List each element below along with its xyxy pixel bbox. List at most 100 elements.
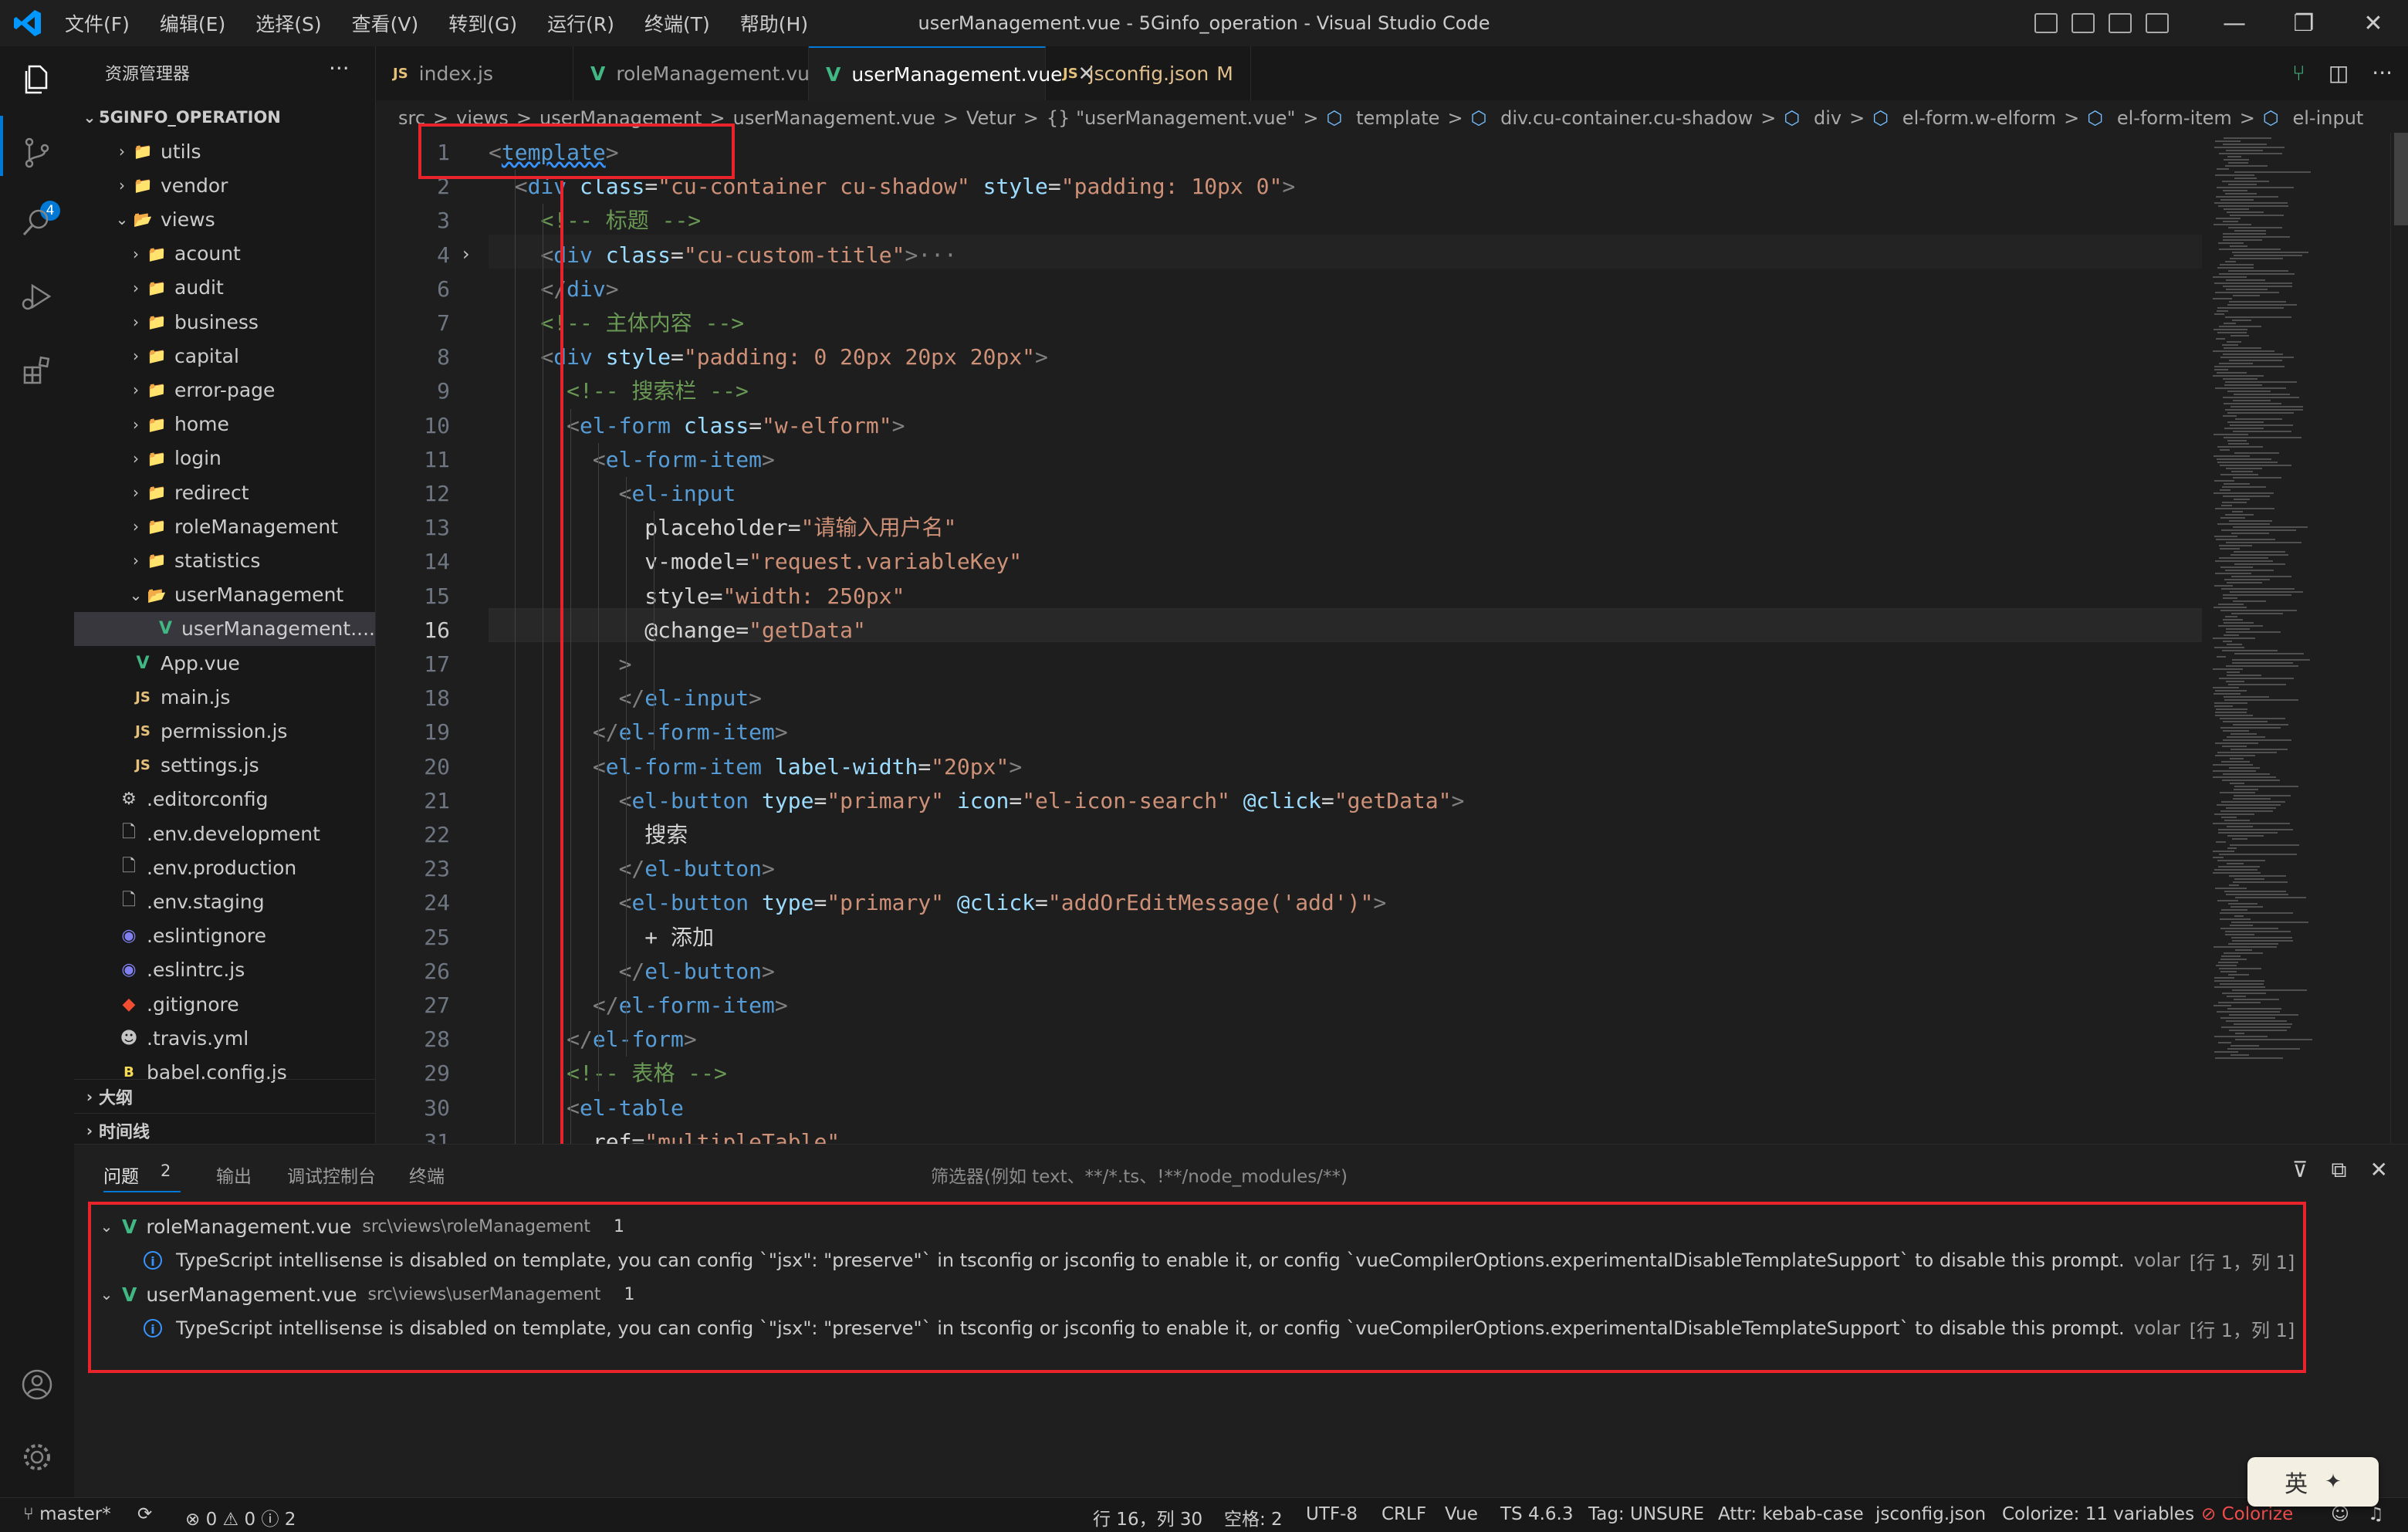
breadcrumb-item[interactable]: ⬡ el-form.w-elform bbox=[1872, 107, 2056, 129]
tree-file[interactable]: V App.vue bbox=[74, 646, 375, 680]
run-debug-icon[interactable] bbox=[19, 279, 56, 316]
split-editor-icon[interactable]: ◫ bbox=[2329, 60, 2349, 86]
breadcrumb-item[interactable]: ⬡ div bbox=[1784, 107, 1842, 129]
maximize-button[interactable]: ❐ bbox=[2269, 0, 2339, 46]
menu-item[interactable]: 查看(V) bbox=[352, 9, 419, 37]
menu-item[interactable]: 文件(F) bbox=[65, 9, 130, 37]
tree-folder[interactable]: › 📁 login bbox=[74, 441, 375, 475]
code-line[interactable]: 12 <el-input bbox=[376, 477, 2205, 511]
collapse-all-icon[interactable]: ⧉ bbox=[2332, 1157, 2347, 1183]
code-line[interactable]: 16 @change="getData" bbox=[376, 614, 2205, 648]
code-line[interactable]: 8 <div style="padding: 0 20px 20px 20px"… bbox=[376, 340, 2205, 374]
language-mode[interactable]: Vue bbox=[1445, 1504, 1478, 1524]
tab-problems[interactable]: 问题 bbox=[103, 1162, 139, 1188]
minimize-button[interactable]: — bbox=[2200, 0, 2269, 46]
close-window-button[interactable]: ✕ bbox=[2339, 0, 2408, 46]
code-line[interactable]: 10 <el-form class="w-elform"> bbox=[376, 409, 2205, 443]
toggle-secondary-sidebar-icon[interactable] bbox=[2109, 13, 2132, 33]
customize-layout-icon[interactable] bbox=[2146, 13, 2169, 33]
accounts-icon[interactable] bbox=[19, 1368, 56, 1405]
breadcrumb-item[interactable]: ⬡ div.cu-container.cu-shadow bbox=[1471, 107, 1754, 129]
tree-folder[interactable]: › 📁 capital bbox=[74, 339, 375, 373]
code-line[interactable]: 23 </el-button> bbox=[376, 852, 2205, 886]
open-changes-icon[interactable]: ⑂ bbox=[2292, 60, 2305, 86]
cursor-position[interactable]: 行 16，列 30 bbox=[1093, 1504, 1202, 1530]
tree-folder[interactable]: › 📁 acount bbox=[74, 237, 375, 271]
problems-status[interactable]: ⊗ 0 ⚠ 0 ⓘ 2 bbox=[185, 1504, 296, 1530]
minimap[interactable] bbox=[2205, 133, 2390, 1144]
tree-file[interactable]: JS settings.js bbox=[74, 749, 375, 783]
code-line[interactable]: 30 <el-table bbox=[376, 1091, 2205, 1125]
code-line[interactable]: 31 ref="multipleTable" bbox=[376, 1125, 2205, 1144]
code-line[interactable]: 22 搜索 bbox=[376, 818, 2205, 852]
tree-file[interactable]: 🗋 .env.production bbox=[74, 851, 375, 884]
tree-file[interactable]: JS permission.js bbox=[74, 714, 375, 748]
ts-version[interactable]: TS 4.6.3 bbox=[1500, 1504, 1573, 1524]
indentation[interactable]: 空格: 2 bbox=[1224, 1504, 1283, 1530]
ime-indicator[interactable]: 英 ✦ bbox=[2247, 1457, 2379, 1507]
tree-folder[interactable]: › 📁 error-page bbox=[74, 373, 375, 407]
notifications-bell-icon[interactable]: ♫ bbox=[2368, 1504, 2384, 1524]
editor-scrollbar[interactable] bbox=[2390, 133, 2408, 1144]
colorize-button[interactable]: ⊘ Colorize bbox=[2201, 1504, 2293, 1524]
editor-tab[interactable]: JS jsconfig.json M bbox=[1046, 46, 1251, 100]
editor-tab[interactable]: JS index.js bbox=[376, 46, 573, 100]
code-line[interactable]: 28 </el-form> bbox=[376, 1023, 2205, 1057]
colorize-status[interactable]: Colorize: 11 variables bbox=[2002, 1504, 2194, 1524]
code-line[interactable]: 14 v-model="request.variableKey" bbox=[376, 545, 2205, 579]
code-line[interactable]: 4 <div class="cu-custom-title">··· bbox=[376, 238, 2205, 272]
tree-folder[interactable]: › 📁 statistics bbox=[74, 543, 375, 577]
code-editor[interactable]: 1 <template> 2 <div class="cu-container cu… bbox=[376, 133, 2205, 1144]
code-line[interactable]: 29 <!-- 表格 --> bbox=[376, 1057, 2205, 1091]
menu-item[interactable]: 帮助(H) bbox=[740, 9, 808, 37]
breadcrumb-item[interactable]: ⬡ el-form-item bbox=[2087, 107, 2232, 129]
sync-icon[interactable]: ⟳ bbox=[137, 1504, 152, 1524]
menu-item[interactable]: 转到(G) bbox=[448, 9, 517, 37]
tree-folder[interactable]: › 📁 business bbox=[74, 305, 375, 339]
tree-folder[interactable]: ⌄ 📂 views bbox=[74, 202, 375, 236]
eol[interactable]: CRLF bbox=[1382, 1504, 1426, 1524]
tree-file[interactable]: ◉ .eslintignore bbox=[74, 919, 375, 953]
problems-filter-input[interactable]: 筛选器(例如 text、**/*.ts、!**/node_modules/**) bbox=[931, 1158, 2366, 1187]
menu-item[interactable]: 终端(T) bbox=[644, 9, 710, 37]
menu-item[interactable]: 运行(R) bbox=[547, 9, 614, 37]
code-line[interactable]: 19 </el-form-item> bbox=[376, 715, 2205, 749]
menu-item[interactable]: 选择(S) bbox=[255, 9, 321, 37]
encoding[interactable]: UTF-8 bbox=[1306, 1504, 1358, 1524]
tree-folder[interactable]: › 📁 redirect bbox=[74, 475, 375, 509]
feedback-icon[interactable]: ☺ bbox=[2331, 1504, 2349, 1524]
code-line[interactable]: 21 <el-button type="primary" icon="el-ic… bbox=[376, 784, 2205, 818]
source-control-icon[interactable] bbox=[19, 136, 56, 173]
tree-folder[interactable]: › 📁 home bbox=[74, 408, 375, 441]
outline-section[interactable]: › 大纲 bbox=[74, 1079, 375, 1114]
editor-tab[interactable]: VuserManagement.vue ✕ bbox=[809, 46, 1094, 100]
config-file[interactable]: jsconfig.json bbox=[1875, 1504, 1986, 1524]
toggle-primary-sidebar-icon[interactable] bbox=[2034, 13, 2058, 33]
explorer-more-icon[interactable]: ··· bbox=[329, 56, 350, 81]
code-line[interactable]: 26 </el-button> bbox=[376, 955, 2205, 989]
breadcrumb-item[interactable]: userManagement.vue bbox=[733, 107, 935, 129]
code-line[interactable]: 20 <el-form-item label-width="20px"> bbox=[376, 750, 2205, 784]
close-panel-icon[interactable]: ✕ bbox=[2370, 1157, 2388, 1183]
tab-terminal[interactable]: 终端 bbox=[409, 1162, 445, 1188]
search-icon[interactable] bbox=[19, 205, 56, 242]
tree-file[interactable]: JS main.js bbox=[74, 680, 375, 714]
code-line[interactable]: 6 </div> bbox=[376, 272, 2205, 306]
tree-file[interactable]: 🗋 .env.staging bbox=[74, 884, 375, 918]
code-line[interactable]: 17 > bbox=[376, 648, 2205, 681]
tab-output[interactable]: 输出 bbox=[216, 1162, 252, 1188]
more-actions-icon[interactable]: ··· bbox=[2372, 60, 2393, 86]
tree-file[interactable]: ⚙ .editorconfig bbox=[74, 783, 375, 817]
scrollbar-thumb[interactable] bbox=[2394, 133, 2408, 225]
workspace-root[interactable]: ⌄ 5GINFO_OPERATION bbox=[74, 100, 375, 134]
tree-file[interactable]: ◉ .eslintrc.js bbox=[74, 953, 375, 987]
code-line[interactable]: 13 placeholder="请输入用户名" bbox=[376, 511, 2205, 545]
tree-file[interactable]: ◆ .gitignore bbox=[74, 987, 375, 1021]
code-line[interactable]: 11 <el-form-item> bbox=[376, 443, 2205, 477]
breadcrumb-item[interactable]: ⬡ el-input bbox=[2263, 107, 2363, 129]
tree-file[interactable]: ☻ .travis.yml bbox=[74, 1021, 375, 1055]
toggle-panel-icon[interactable] bbox=[2071, 13, 2095, 33]
breadcrumb-item[interactable]: Vetur bbox=[966, 107, 1016, 129]
vscode-logo-icon[interactable] bbox=[12, 8, 43, 39]
attr-casing[interactable]: Attr: kebab-case bbox=[1718, 1504, 1864, 1524]
